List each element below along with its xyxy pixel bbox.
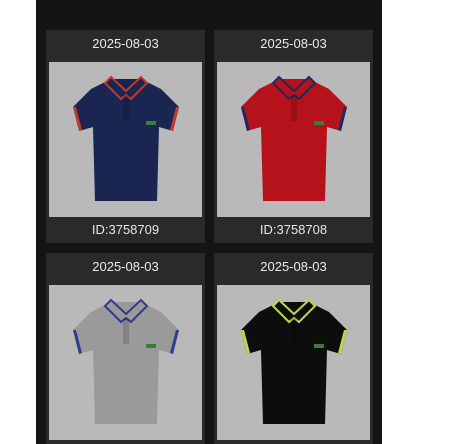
polo-shirt-image <box>240 298 347 424</box>
product-image[interactable] <box>49 62 202 217</box>
product-card[interactable]: 2025-08-03 ID:3758708 <box>214 30 373 243</box>
product-id: ID:3758709 <box>91 222 160 237</box>
product-image[interactable] <box>217 285 370 440</box>
product-id: ID:3758708 <box>259 222 328 237</box>
product-date: 2025-08-03 <box>92 36 159 51</box>
product-date: 2025-08-03 <box>260 259 327 274</box>
product-image[interactable] <box>49 285 202 440</box>
polo-shirt-image <box>240 75 347 201</box>
polo-shirt-image <box>72 298 179 424</box>
product-grid: 2025-08-03 ID:3758709 2025-08-03 ID:3758 <box>36 0 382 444</box>
product-card[interactable]: 2025-08-03 <box>214 253 373 444</box>
product-date: 2025-08-03 <box>260 36 327 51</box>
polo-shirt-image <box>72 75 179 201</box>
product-card[interactable]: 2025-08-03 ID:3758709 <box>46 30 205 243</box>
product-card[interactable]: 2025-08-03 <box>46 253 205 444</box>
product-image[interactable] <box>217 62 370 217</box>
product-date: 2025-08-03 <box>92 259 159 274</box>
